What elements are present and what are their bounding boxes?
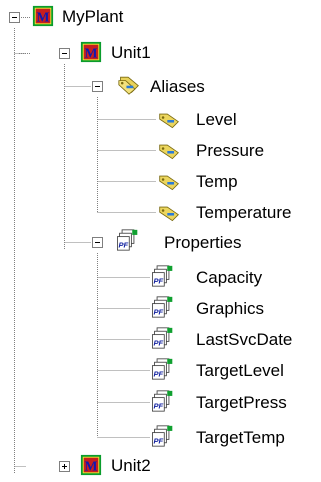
tree-node-label: Capacity — [196, 268, 263, 287]
tree-node-label: Graphics — [196, 299, 265, 318]
svg-text:PF: PF — [153, 308, 163, 317]
alias-tag-icon — [159, 175, 179, 191]
tree-node-property[interactable]: PF TargetTemp — [0, 423, 321, 453]
alias-tag-icon — [159, 206, 179, 222]
tree-node-unit1[interactable]: M Unit1 — [0, 39, 200, 69]
alias-tag-icon — [159, 113, 179, 129]
property-folder-icon: PF — [117, 229, 138, 251]
svg-text:PF: PF — [153, 402, 163, 411]
tree-node-property[interactable]: PF LastSvcDate — [0, 325, 321, 355]
alias-tag-folder-icon — [118, 76, 139, 95]
tree-node-property[interactable]: PF Capacity — [0, 263, 290, 293]
tree-node-properties[interactable]: PF Properties — [0, 228, 242, 258]
tree-node-alias[interactable]: Pressure — [0, 136, 280, 166]
svg-text:PF: PF — [153, 370, 163, 379]
svg-text:PF: PF — [153, 437, 163, 446]
tree-node-label: Pressure — [196, 141, 265, 160]
tree-node-label: TargetLevel — [196, 361, 284, 380]
tree-node-alias[interactable]: Level — [0, 105, 260, 135]
tree-node-label: Unit1 — [111, 43, 151, 62]
property-icon: PF — [152, 327, 173, 349]
svg-text:M: M — [85, 459, 98, 474]
tree-node-label: Properties — [164, 233, 242, 252]
svg-text:PF: PF — [153, 339, 163, 348]
model-icon: M — [80, 41, 102, 63]
tree-node-unit2[interactable]: M Unit2 — [0, 452, 200, 482]
tree-node-label: Temp — [196, 172, 238, 191]
tree-node-alias[interactable]: Temperature — [0, 198, 321, 228]
tree-node-label: Temperature — [196, 203, 292, 222]
property-icon: PF — [152, 296, 173, 318]
tree-node-aliases[interactable]: Aliases — [0, 72, 220, 102]
tree-node-label: Aliases — [150, 77, 205, 96]
tree-node-label: MyPlant — [62, 7, 124, 26]
tree-node-label: Unit2 — [111, 456, 151, 475]
tree-node-label: TargetPress — [196, 393, 287, 412]
svg-text:PF: PF — [153, 277, 163, 286]
svg-text:M: M — [37, 10, 50, 25]
svg-text:M: M — [85, 46, 98, 61]
collapse-toggle-icon[interactable] — [92, 81, 103, 92]
collapse-toggle-icon[interactable] — [59, 48, 70, 59]
tree-node-myplant[interactable]: M MyPlant — [0, 3, 200, 33]
property-icon: PF — [152, 425, 173, 447]
tree-node-alias[interactable]: Temp — [0, 167, 260, 197]
svg-text:PF: PF — [118, 241, 128, 250]
tree-node-property[interactable]: PF TargetPress — [0, 388, 321, 418]
tree-node-property[interactable]: PF TargetLevel — [0, 356, 321, 386]
collapse-toggle-icon[interactable] — [92, 237, 103, 248]
property-icon: PF — [152, 358, 173, 380]
tree-view[interactable]: M MyPlant M Unit1 Aliases Level Pressure… — [0, 0, 321, 476]
expand-toggle-icon[interactable] — [59, 461, 70, 472]
collapse-toggle-icon[interactable] — [9, 12, 20, 23]
property-icon: PF — [152, 390, 173, 412]
alias-tag-icon — [159, 144, 179, 160]
tree-node-label: LastSvcDate — [196, 330, 293, 349]
model-icon: M — [32, 5, 54, 27]
model-icon: M — [80, 454, 102, 476]
tree-node-label: TargetTemp — [196, 428, 285, 447]
tree-node-label: Level — [196, 110, 237, 129]
property-icon: PF — [152, 265, 173, 287]
tree-node-property[interactable]: PF Graphics — [0, 294, 290, 324]
